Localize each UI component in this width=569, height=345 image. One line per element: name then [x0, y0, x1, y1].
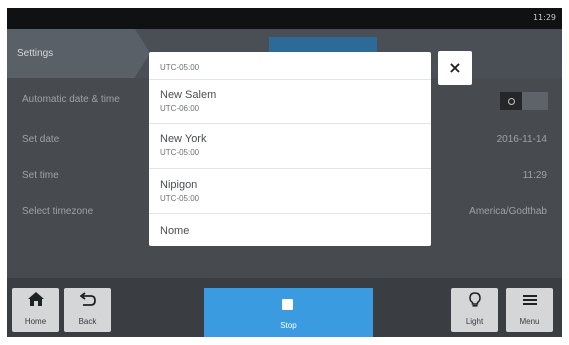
timezone-item-new-salem[interactable]: New Salem UTC-06:00: [149, 80, 431, 124]
breadcrumb-settings[interactable]: Settings: [7, 29, 150, 78]
back-button[interactable]: Back: [64, 288, 111, 332]
status-clock: 11:29: [532, 13, 556, 22]
device-screen: 11:29 Settings Automatic date & time Set…: [7, 8, 562, 337]
setting-value: 2016-11-14: [496, 134, 547, 145]
setting-label: Set time: [22, 170, 59, 181]
light-button[interactable]: Light: [451, 288, 498, 332]
setting-value: America/Godthab: [469, 206, 547, 217]
bottom-navigation: Home Back Stop Light Menu: [7, 278, 562, 337]
timezone-item-partial[interactable]: UTC-05:00: [149, 52, 431, 80]
timezone-offset: UTC-05:00: [160, 194, 200, 203]
back-label: Back: [78, 317, 97, 326]
breadcrumb-settings-label: Settings: [17, 48, 54, 59]
status-bar: 11:29: [7, 8, 562, 29]
menu-button[interactable]: Menu: [506, 288, 553, 332]
timezone-city: New York: [160, 133, 207, 145]
stop-button[interactable]: Stop: [204, 288, 373, 337]
timezone-city: Nipigon: [160, 179, 198, 191]
stop-label: Stop: [280, 321, 297, 330]
home-icon: [12, 292, 59, 310]
menu-icon: [506, 292, 553, 310]
timezone-offset: UTC-05:00: [160, 148, 200, 157]
home-button[interactable]: Home: [12, 288, 59, 332]
stop-icon: [282, 299, 293, 310]
menu-label: Menu: [519, 317, 540, 326]
toggle-knob: [500, 92, 522, 110]
home-label: Home: [24, 317, 47, 326]
light-label: Light: [465, 317, 484, 326]
timezone-item-nome[interactable]: Nome: [149, 214, 431, 246]
close-button[interactable]: ×: [438, 51, 472, 85]
setting-value: 11:29: [522, 170, 547, 181]
timezone-city: New Salem: [160, 89, 217, 101]
back-icon: [64, 292, 111, 310]
timezone-item-new-york[interactable]: New York UTC-05:00: [149, 124, 431, 169]
timezone-picker: UTC-05:00 New Salem UTC-06:00 New York U…: [149, 52, 431, 246]
close-icon: ×: [448, 58, 462, 77]
setting-label: Set date: [22, 134, 60, 145]
timezone-offset: UTC-06:00: [160, 104, 200, 113]
lightbulb-icon: [451, 292, 498, 312]
timezone-item-nipigon[interactable]: Nipigon UTC-05:00: [149, 169, 431, 214]
setting-label: Select timezone: [22, 206, 94, 217]
automatic-date-time-toggle[interactable]: [500, 92, 548, 110]
timezone-city: Nome: [160, 225, 190, 237]
setting-label: Automatic date & time: [22, 94, 120, 105]
timezone-offset: UTC-05:00: [160, 63, 200, 72]
